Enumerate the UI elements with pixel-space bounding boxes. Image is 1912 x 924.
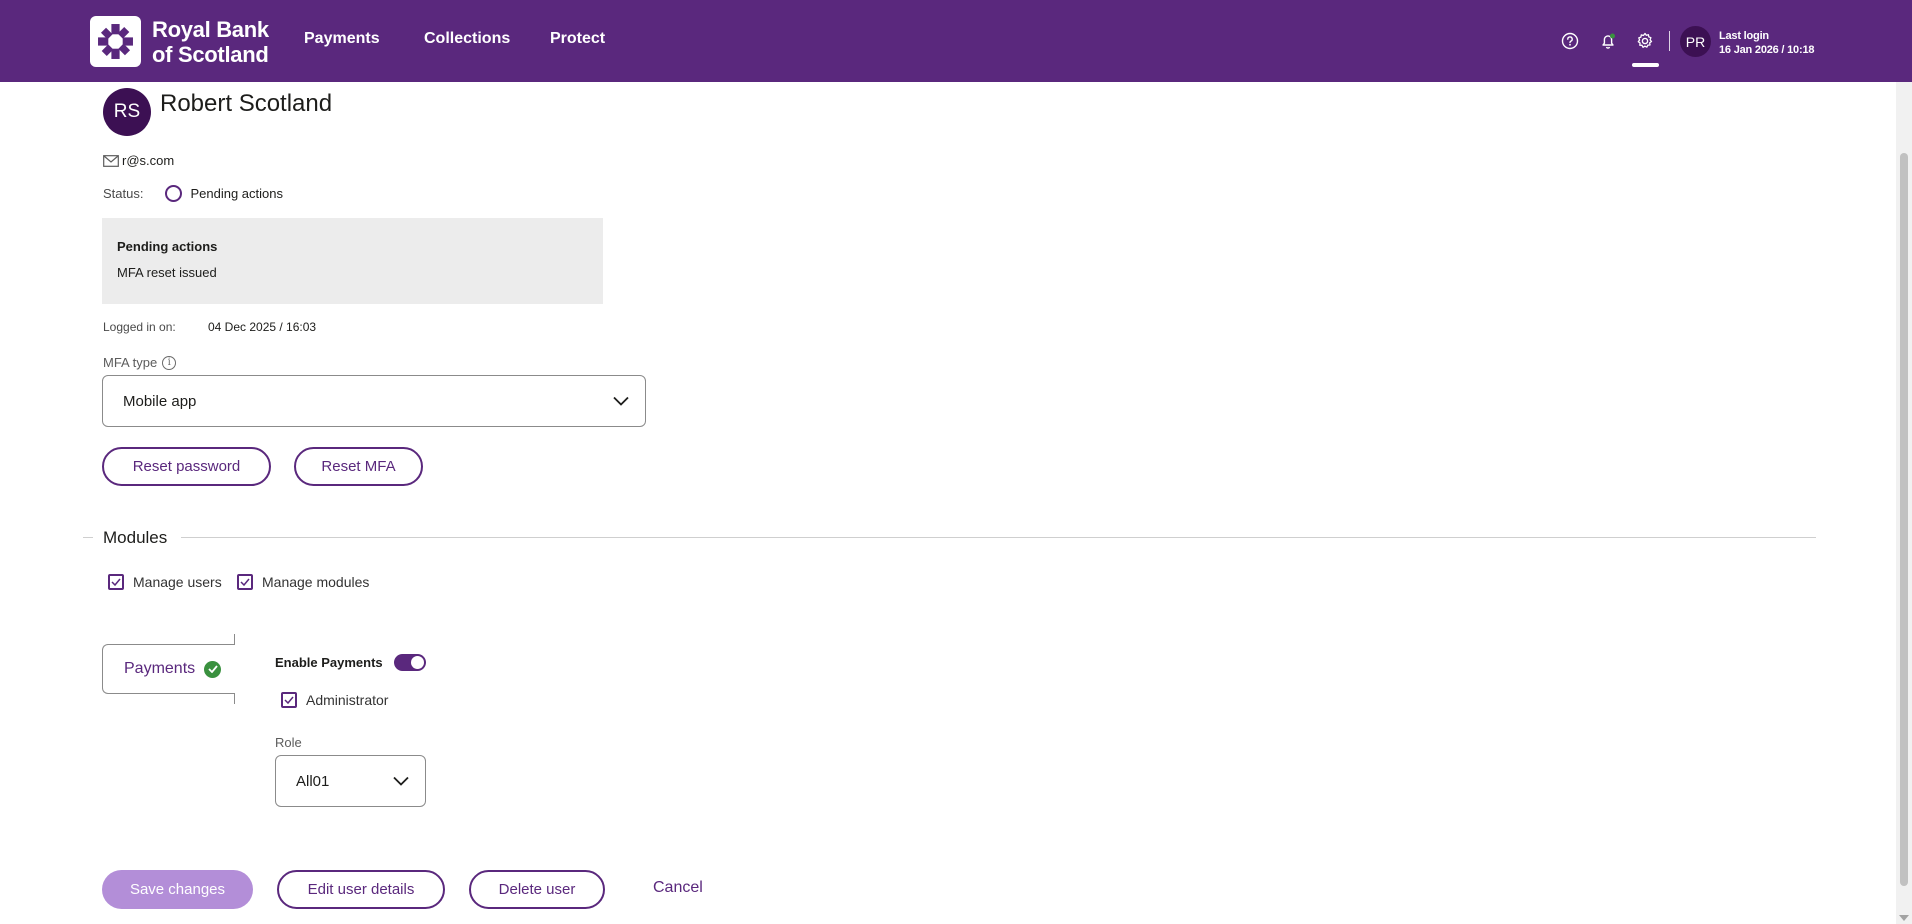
- modules-title: Modules: [103, 528, 168, 547]
- tab-payments[interactable]: Payments: [102, 644, 235, 694]
- active-tab-indicator: [1632, 63, 1659, 67]
- user-email: r@s.com: [122, 153, 175, 168]
- chevron-down-icon: [393, 776, 409, 786]
- brand-line-1: Royal Bank: [152, 16, 269, 42]
- toggle-knob: [411, 656, 424, 669]
- status-row: Status: Pending actions: [103, 185, 283, 202]
- user-avatar: RS: [103, 88, 151, 136]
- info-icon[interactable]: i: [162, 355, 177, 370]
- page-scrollbar[interactable]: [1896, 82, 1912, 924]
- brand-line-2: of Scotland: [152, 41, 269, 67]
- last-login-value: 16 Jan 2026 / 10:18: [1719, 44, 1815, 56]
- last-login-info: Last login 16 Jan 2026 / 10:18: [1719, 29, 1814, 57]
- reset-mfa-button[interactable]: Reset MFA: [294, 447, 423, 486]
- modules-divider: [181, 537, 1816, 538]
- rbs-daisy-icon: [90, 16, 141, 67]
- administrator-checkbox[interactable]: [281, 692, 297, 708]
- top-navigation-bar: Royal Bank of Scotland Payments Collecti…: [0, 0, 1912, 82]
- checkmark-icon: [111, 578, 121, 586]
- role-label: Role: [275, 735, 302, 750]
- enable-payments-toggle[interactable]: [394, 654, 426, 671]
- checkmark-icon: [240, 578, 250, 586]
- chevron-down-icon: [613, 396, 629, 406]
- pending-actions-title: Pending actions: [117, 239, 218, 254]
- scrollbar-thumb[interactable]: [1900, 153, 1908, 886]
- nav-collections[interactable]: Collections: [424, 30, 510, 48]
- manage-users-option[interactable]: Manage users: [108, 574, 222, 590]
- email-row: r@s.com: [103, 153, 174, 168]
- header-divider: [1669, 31, 1670, 51]
- bell-icon[interactable]: [1598, 31, 1618, 51]
- administrator-option[interactable]: Administrator: [281, 692, 388, 708]
- last-login-label: Last login: [1719, 30, 1769, 42]
- enable-payments-label: Enable Payments: [275, 655, 383, 670]
- tab-border-bottom: [234, 693, 235, 704]
- cancel-link[interactable]: Cancel: [653, 879, 703, 897]
- delete-user-button[interactable]: Delete user: [469, 870, 605, 909]
- mfa-type-select[interactable]: Mobile app: [102, 375, 646, 427]
- logged-in-label: Logged in on:: [103, 320, 176, 334]
- profile-avatar[interactable]: PR: [1680, 26, 1711, 57]
- save-changes-button[interactable]: Save changes: [102, 870, 253, 909]
- status-label: Status:: [103, 186, 144, 201]
- check-circle-icon: [204, 660, 222, 678]
- tab-payments-label: Payments: [124, 660, 196, 677]
- modules-divider-left: [83, 537, 93, 538]
- nav-payments[interactable]: Payments: [304, 30, 380, 48]
- help-icon[interactable]: [1560, 31, 1580, 51]
- checkmark-icon: [284, 696, 294, 704]
- status-value: Pending actions: [190, 186, 283, 201]
- pending-action-item: MFA reset issued: [117, 265, 217, 280]
- brand-logo[interactable]: Royal Bank of Scotland: [90, 16, 269, 67]
- reset-password-button[interactable]: Reset password: [102, 447, 271, 486]
- manage-modules-checkbox[interactable]: [237, 574, 253, 590]
- pending-actions-panel: Pending actions MFA reset issued: [102, 218, 603, 304]
- manage-modules-label: Manage modules: [262, 574, 370, 590]
- logged-in-row: Logged in on: 04 Dec 2025 / 16:03: [103, 320, 316, 334]
- logged-in-value: 04 Dec 2025 / 16:03: [208, 320, 317, 334]
- manage-users-checkbox[interactable]: [108, 574, 124, 590]
- user-name: Robert Scotland: [160, 90, 333, 117]
- role-select[interactable]: All01: [275, 755, 426, 807]
- mfa-type-value: Mobile app: [123, 392, 197, 410]
- administrator-label: Administrator: [306, 692, 389, 708]
- pending-status-icon: [165, 185, 183, 202]
- manage-modules-option[interactable]: Manage modules: [237, 574, 369, 590]
- manage-users-label: Manage users: [133, 574, 222, 590]
- nav-protect[interactable]: Protect: [550, 30, 605, 48]
- gear-icon[interactable]: [1635, 31, 1655, 51]
- mfa-type-label: MFA type i: [103, 355, 177, 370]
- brand-name: Royal Bank of Scotland: [152, 17, 269, 67]
- envelope-icon: [103, 154, 119, 167]
- mfa-type-text: MFA type: [103, 355, 158, 370]
- role-value: All01: [296, 772, 330, 790]
- edit-user-details-button[interactable]: Edit user details: [277, 870, 445, 909]
- scroll-down-arrow-icon[interactable]: [1899, 915, 1909, 921]
